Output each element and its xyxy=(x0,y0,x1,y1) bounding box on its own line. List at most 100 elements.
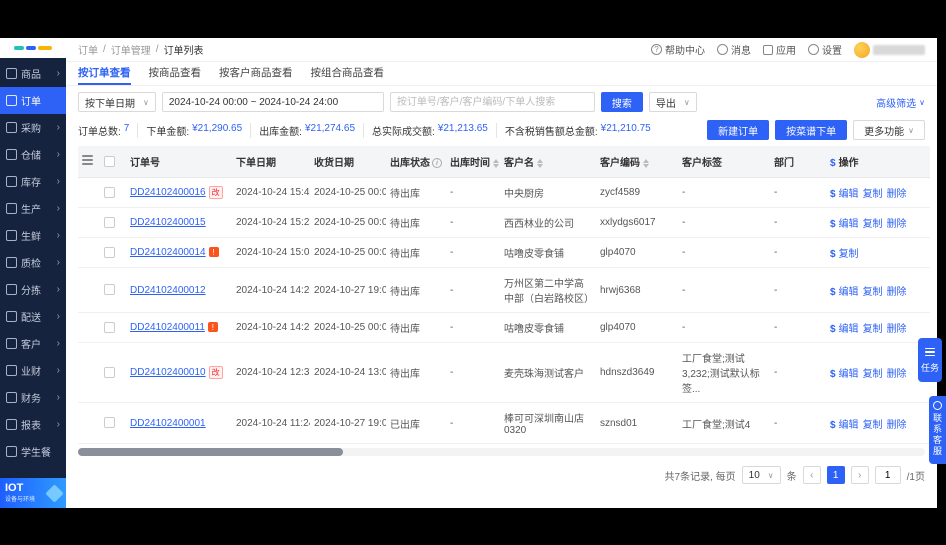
page-jump-input[interactable] xyxy=(874,466,901,484)
tab-by-combo-product[interactable]: 按组合商品查看 xyxy=(311,62,385,85)
sidebar-item-inventory[interactable]: 库存 › xyxy=(0,168,66,195)
sidebar-item-finance[interactable]: 财务 › xyxy=(0,384,66,411)
user-menu[interactable] xyxy=(854,41,925,58)
row-checkbox[interactable] xyxy=(104,216,115,228)
col-department[interactable]: 部门 xyxy=(770,146,826,178)
sidebar-item-goods[interactable]: 商品 › xyxy=(0,60,66,87)
copy-link[interactable]: 复制 xyxy=(863,219,883,230)
amount-icon[interactable]: $ xyxy=(830,287,836,298)
sort-icon[interactable] xyxy=(537,158,543,168)
order-no-link[interactable]: DD24102400015 xyxy=(130,217,206,228)
sidebar-item-purchase[interactable]: 采购 › xyxy=(0,114,66,141)
col-customer-name[interactable]: 客户名 xyxy=(500,146,596,178)
advanced-filter-button[interactable]: 高级筛选 ∨ xyxy=(876,95,925,110)
settings-button[interactable]: 设置 xyxy=(808,42,842,57)
prev-page-button[interactable]: ‹ xyxy=(802,466,821,484)
copy-link[interactable]: 复制 xyxy=(863,369,883,380)
copy-link[interactable]: 复制 xyxy=(863,324,883,335)
col-order-date[interactable]: 下单日期 xyxy=(232,146,310,178)
edit-link[interactable]: 编辑 xyxy=(839,219,859,230)
amount-icon[interactable]: $ xyxy=(830,249,836,260)
sort-icon[interactable] xyxy=(643,158,649,168)
copy-link[interactable]: 复制 xyxy=(863,420,883,431)
edit-link[interactable]: 编辑 xyxy=(839,369,859,380)
sidebar-item-student-meals[interactable]: 学生餐 xyxy=(0,438,66,465)
column-settings-header[interactable] xyxy=(78,146,100,178)
sidebar-item-sorting[interactable]: 分拣 › xyxy=(0,276,66,303)
sidebar-item-customers[interactable]: 客户 › xyxy=(0,330,66,357)
sidebar-item-delivery[interactable]: 配送 › xyxy=(0,303,66,330)
amount-icon[interactable]: $ xyxy=(830,420,836,431)
delete-link[interactable]: 删除 xyxy=(887,219,907,230)
sidebar-item-biz-finance[interactable]: 业财 › xyxy=(0,357,66,384)
info-icon[interactable] xyxy=(432,158,442,169)
messages-button[interactable]: 消息 xyxy=(717,42,751,57)
sidebar-item-production[interactable]: 生产 › xyxy=(0,195,66,222)
new-order-button[interactable]: 新建订单 xyxy=(707,120,770,140)
sidebar-item-reports[interactable]: 报表 › xyxy=(0,411,66,438)
breadcrumb-item[interactable]: 订单 xyxy=(78,42,98,57)
edit-link[interactable]: 编辑 xyxy=(839,287,859,298)
app-logo[interactable] xyxy=(0,38,66,58)
more-actions-button[interactable]: 更多功能 ∨ xyxy=(853,120,925,140)
sort-icon[interactable] xyxy=(493,158,499,168)
row-checkbox[interactable] xyxy=(104,366,115,378)
tab-by-product[interactable]: 按商品查看 xyxy=(149,62,202,85)
delete-link[interactable]: 删除 xyxy=(887,324,907,335)
order-by-menu-button[interactable]: 按菜谱下单 xyxy=(775,120,848,140)
next-page-button[interactable]: › xyxy=(850,466,869,484)
sidebar-item-warehouse[interactable]: 仓储 › xyxy=(0,141,66,168)
apps-button[interactable]: 应用 xyxy=(763,42,796,57)
order-no-link[interactable]: DD24102400012 xyxy=(130,285,206,296)
tab-by-order[interactable]: 按订单查看 xyxy=(78,62,131,85)
row-checkbox[interactable] xyxy=(104,284,115,296)
col-customer-code[interactable]: 客户编码 xyxy=(596,146,678,178)
date-range-input[interactable] xyxy=(161,92,384,112)
export-button[interactable]: 导出 ∨ xyxy=(648,92,697,112)
tasks-floating-button[interactable]: 任务 xyxy=(918,338,942,382)
contact-support-floating-button[interactable]: 联系客服 xyxy=(929,396,946,464)
delete-link[interactable]: 删除 xyxy=(887,369,907,380)
sidebar-item-qc[interactable]: 质检 › xyxy=(0,249,66,276)
select-all-checkbox[interactable] xyxy=(104,155,115,167)
scrollbar-thumb[interactable] xyxy=(78,448,343,456)
order-no-link[interactable]: DD24102400014 xyxy=(130,247,206,258)
edit-link[interactable]: 编辑 xyxy=(839,189,859,200)
col-receive-date[interactable]: 收货日期 xyxy=(310,146,386,178)
order-no-link[interactable]: DD24102400016 xyxy=(130,187,206,198)
order-no-link[interactable]: DD24102400001 xyxy=(130,418,206,429)
col-customer-tags[interactable]: 客户标签 xyxy=(678,146,770,178)
col-outbound-time[interactable]: 出库时间 xyxy=(446,146,500,178)
col-outbound-status[interactable]: 出库状态 xyxy=(386,146,446,178)
amount-icon[interactable]: $ xyxy=(830,219,836,230)
column-settings-icon[interactable] xyxy=(82,153,93,167)
amount-icon[interactable]: $ xyxy=(830,324,836,335)
amount-icon[interactable]: $ xyxy=(830,189,836,200)
search-button[interactable]: 搜索 xyxy=(600,92,643,112)
row-checkbox[interactable] xyxy=(104,246,115,258)
row-checkbox[interactable] xyxy=(104,321,115,333)
row-checkbox[interactable] xyxy=(104,186,115,198)
date-field-select[interactable]: 按下单日期 ∨ xyxy=(78,92,156,112)
page-number-button[interactable]: 1 xyxy=(826,466,845,484)
copy-link[interactable]: 复制 xyxy=(863,189,883,200)
search-input[interactable] xyxy=(389,92,595,112)
delete-link[interactable]: 删除 xyxy=(887,420,907,431)
sidebar-item-fresh[interactable]: 生鲜 › xyxy=(0,222,66,249)
sidebar-item-orders[interactable]: 订单 xyxy=(0,87,66,114)
copy-link[interactable]: 复制 xyxy=(839,249,859,260)
col-order-no[interactable]: 订单号 xyxy=(126,146,232,178)
order-no-link[interactable]: DD24102400010 xyxy=(130,367,206,378)
delete-link[interactable]: 删除 xyxy=(887,287,907,298)
copy-link[interactable]: 复制 xyxy=(863,287,883,298)
edit-link[interactable]: 编辑 xyxy=(839,324,859,335)
breadcrumb-item[interactable]: 订单管理 xyxy=(111,42,151,57)
order-no-link[interactable]: DD24102400011 xyxy=(130,322,205,333)
page-size-select[interactable]: 10 ∨ xyxy=(741,466,781,484)
edit-link[interactable]: 编辑 xyxy=(839,420,859,431)
tab-by-customer-product[interactable]: 按客户商品查看 xyxy=(219,62,293,85)
delete-link[interactable]: 删除 xyxy=(887,189,907,200)
help-center-button[interactable]: ? 帮助中心 xyxy=(651,42,705,57)
amount-icon[interactable]: $ xyxy=(830,369,836,380)
row-checkbox[interactable] xyxy=(104,417,115,429)
